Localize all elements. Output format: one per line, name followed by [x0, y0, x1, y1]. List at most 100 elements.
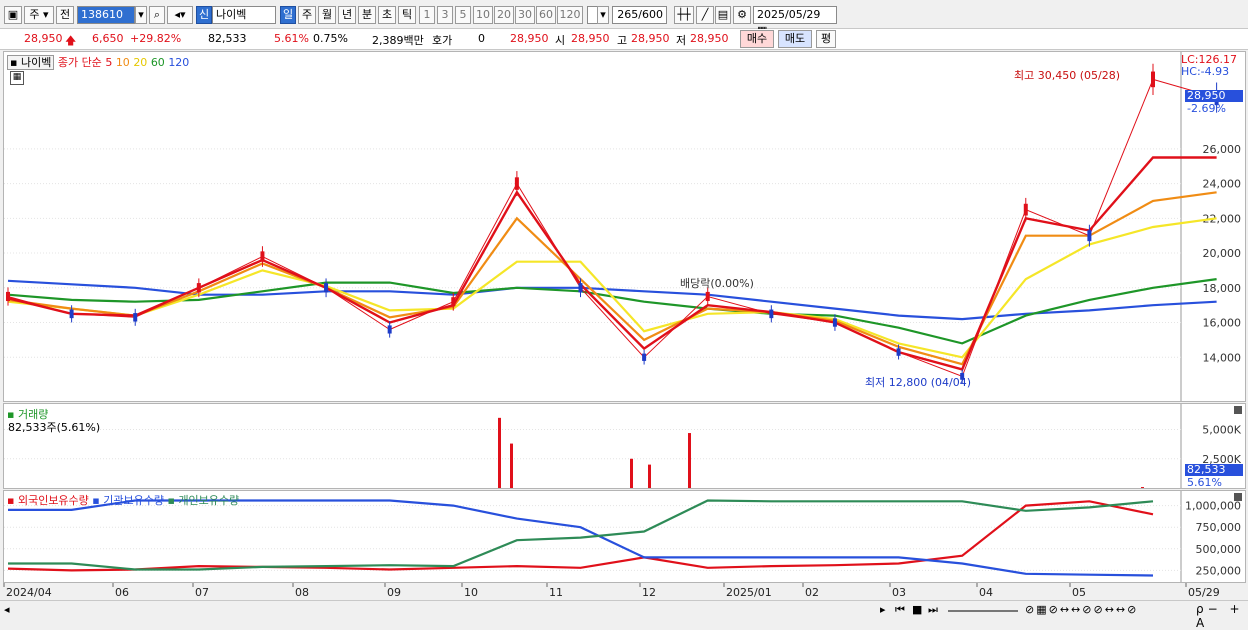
hoga-value: 0 [478, 32, 485, 45]
hoga-price: 28,950 [510, 32, 549, 45]
date-field[interactable]: 2025/05/29 ▦ [753, 6, 837, 37]
current-price-pct: -2.69% [1187, 102, 1226, 115]
x-axis-tick-label: 07 [195, 586, 209, 599]
window-menu-icon[interactable]: ▣ [4, 6, 22, 24]
candle-body [69, 309, 74, 319]
stock-name-tag[interactable]: ▪ 나이벡 [7, 55, 55, 70]
high-label: 고 [617, 34, 628, 47]
rewind-icon[interactable]: ⏮ [895, 603, 905, 617]
buy-button[interactable]: 매수 [740, 30, 774, 48]
holding-legend: ▪ 외국인보유수량 ▪ 기관보유수량 ▪ 개인보유수량 [7, 492, 239, 508]
candle-body [705, 291, 710, 302]
volume-current-marker: 82,533 [1185, 464, 1243, 476]
price-chart[interactable]: 14,00016,00018,00020,00022,00024,00026,0… [4, 52, 1245, 401]
legend-close-label: 종가 단순 [57, 56, 102, 69]
turnover-rate: 0.75% [313, 32, 348, 45]
x-axis-tick-label: 2024/04 [6, 586, 52, 599]
interval-dropdown-icon[interactable]: ▾ [597, 6, 609, 24]
stock-name-field[interactable]: 나이벡 [212, 6, 276, 24]
scroll-right-icon[interactable]: ▸ [880, 603, 886, 616]
candle-type-icon[interactable]: ┼┼ [674, 6, 694, 24]
volume-spike-bar [510, 443, 513, 488]
stop-icon[interactable]: ■ [912, 603, 922, 616]
interval-5[interactable]: 5 [455, 6, 471, 24]
candle-body [514, 177, 519, 190]
tools-icon[interactable]: ⊘▦⊘↔↔⊘⊘↔↔⊘ [1025, 603, 1138, 616]
code-dropdown-icon[interactable]: ▾ [135, 6, 147, 24]
stock-code-input[interactable]: 138610 [77, 6, 135, 24]
interval-3[interactable]: 3 [437, 6, 453, 24]
legend-ma120: 120 [168, 56, 190, 69]
price-tick-label: 14,000 [1203, 351, 1242, 364]
low-annotation: 최저 12,800 (04/04) [865, 376, 972, 389]
x-axis-tick-label: 05 [1072, 586, 1086, 599]
x-axis-tick-label: 12 [642, 586, 656, 599]
price-tick-label: 18,000 [1203, 282, 1242, 295]
interval-10[interactable]: 10 [473, 6, 493, 24]
legend-institution: ▪ 기관보유수량 [92, 494, 164, 507]
tab-monthly[interactable]: 월 [318, 6, 336, 24]
interval-1[interactable]: 1 [419, 6, 435, 24]
volume-tick-label: 5,000K [1202, 424, 1241, 437]
volume-chart[interactable]: 2,500K5,000K [4, 404, 1245, 488]
forward-icon[interactable]: ⏭ [928, 603, 938, 617]
eval-button[interactable]: 평 [816, 30, 836, 48]
holding-panel: 250,000 500,000 750,000 1,000,000 ▪ 외국인보유수량… [3, 490, 1246, 583]
volume-spike-bar [648, 464, 651, 488]
legend-ma60: 60 [150, 56, 165, 69]
volume-spike-bar [498, 417, 501, 488]
x-axis-tick-label: 2025/01 [726, 586, 772, 599]
tab-second[interactable]: 초 [378, 6, 396, 24]
x-axis-tick-label: 04 [979, 586, 993, 599]
interval-60[interactable]: 60 [536, 6, 556, 24]
open-label: 시 [555, 34, 566, 47]
tab-weekly[interactable]: 주 [298, 6, 316, 24]
holding-series-line-0 [7, 500, 1154, 572]
save-icon[interactable]: ▤ [715, 6, 731, 24]
holding-tick-label: 500,000 [1196, 543, 1242, 556]
up-arrow-icon: 🡅 [65, 34, 77, 47]
scroll-left-icon[interactable]: ◂ [4, 603, 10, 616]
candle-body [896, 348, 901, 356]
draw-tool-icon[interactable]: ╱ [696, 6, 714, 24]
prev-button[interactable]: 전 [56, 6, 74, 24]
zoom-controls-icon[interactable]: ρ− + A [1196, 602, 1248, 630]
search-icon[interactable]: ⌕ [149, 6, 165, 24]
interval-120[interactable]: 120 [557, 6, 583, 24]
tab-daily[interactable]: 일 [280, 6, 296, 24]
gear-icon[interactable]: ⚙ [733, 6, 751, 24]
price-tick-label: 26,000 [1203, 143, 1242, 156]
candle-body [451, 297, 456, 307]
interval-20[interactable]: 20 [494, 6, 514, 24]
tab-minute[interactable]: 분 [358, 6, 376, 24]
sell-button[interactable]: 매도 [778, 30, 812, 48]
holding-series-line-2 [8, 499, 1154, 571]
table-icon[interactable]: ▦ [10, 71, 24, 85]
candle-body [133, 313, 138, 322]
volume-readout: 82,533주(5.61%) [8, 421, 101, 434]
x-axis: 2024/04 06 07 08 09 10 11 12 2025/01 02 03 04 05 05/2… [3, 583, 1220, 599]
low-label: 저 [676, 34, 687, 47]
dividend-annotation: 배당락(0.00%) [680, 277, 754, 290]
zoom-slider[interactable] [948, 610, 1018, 612]
volume-spike-bar [630, 458, 633, 488]
x-axis-tick-label: 05/29 [1188, 586, 1220, 599]
holding-panel-close-icon[interactable] [1234, 493, 1242, 501]
new-badge: 신 [196, 6, 212, 24]
speaker-icon[interactable]: ◂▾ [167, 6, 193, 24]
legend-ma10: 10 [115, 56, 130, 69]
tab-yearly[interactable]: 년 [338, 6, 356, 24]
price-tick-label: 16,000 [1203, 317, 1242, 330]
interval-30[interactable]: 30 [515, 6, 535, 24]
volume-current-pct: 5.61% [1187, 476, 1222, 489]
low-price: 28,950 [690, 32, 729, 45]
open-price: 28,950 [571, 32, 610, 45]
tab-tick[interactable]: 틱 [398, 6, 416, 24]
x-axis-tick-label: 06 [115, 586, 129, 599]
price-tick-label: 20,000 [1203, 247, 1242, 260]
data-count-field[interactable]: 265/600 [612, 6, 667, 24]
market-select[interactable]: 주 ▾ [24, 6, 54, 24]
candle-body [832, 318, 837, 327]
market-label: 주 [29, 8, 40, 21]
volume-panel-close-icon[interactable] [1234, 406, 1242, 414]
